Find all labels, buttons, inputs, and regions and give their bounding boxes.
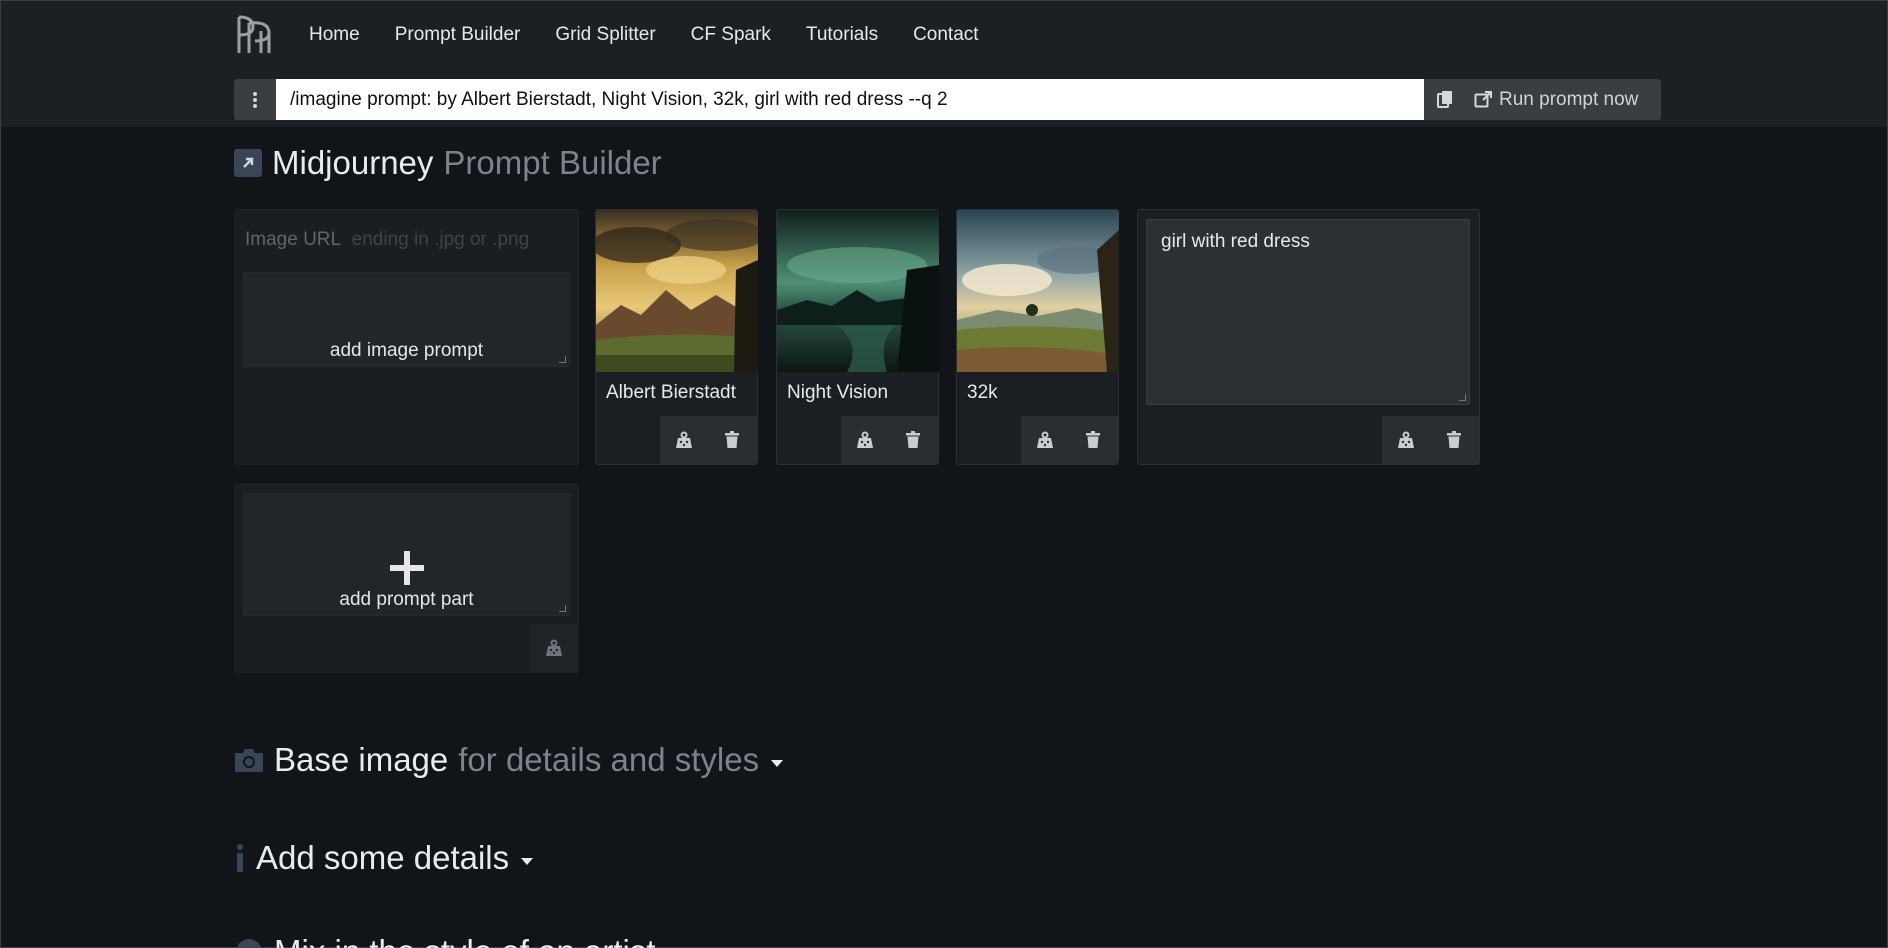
run-prompt-label: Run prompt now <box>1499 88 1639 110</box>
page-title: Midjourney Prompt Builder <box>234 144 662 182</box>
nav-grid-splitter[interactable]: Grid Splitter <box>555 21 655 49</box>
weight-button[interactable] <box>841 416 889 464</box>
trash-icon <box>1086 431 1100 448</box>
prompt-part-actions <box>1382 416 1479 464</box>
nav-cf-spark[interactable]: CF Spark <box>691 21 771 49</box>
add-prompt-part-label: add prompt part <box>339 589 474 610</box>
weight-button[interactable] <box>530 624 578 672</box>
weight-icon <box>1037 431 1053 448</box>
artist-style-title: Mix in the style of an artist <box>274 933 655 948</box>
add-prompt-part-textarea[interactable]: add prompt part <box>243 493 570 616</box>
add-prompt-part-card: add prompt part <box>234 484 579 673</box>
site-logo-icon[interactable] <box>233 13 275 55</box>
nav-contact[interactable]: Contact <box>913 21 978 49</box>
palette-icon <box>236 939 262 948</box>
command-bar: Run prompt now <box>234 79 1661 120</box>
image-url-label: Image URL <box>245 229 341 250</box>
image-prompt-card: Image URL ending in .jpg or .png add ima… <box>234 209 579 465</box>
base-image-subtitle: for details and styles <box>458 741 760 778</box>
delete-part-button[interactable] <box>1430 416 1478 464</box>
delete-part-button[interactable] <box>1069 416 1117 464</box>
prompt-part-card: Albert Bierstadt <box>595 209 758 465</box>
page-title-sub: Prompt Builder <box>443 144 662 181</box>
resize-handle-icon[interactable] <box>1459 394 1466 401</box>
details-title: Add some details <box>256 839 510 876</box>
run-prompt-button[interactable]: Run prompt now <box>1466 79 1661 120</box>
albert-bierstadt-thumbnail <box>596 210 758 372</box>
prompt-part-card: Night Vision <box>776 209 939 465</box>
prompt-part-actions <box>1021 416 1118 464</box>
artist-style-section-header[interactable]: Mix in the style of an artist <box>234 933 655 948</box>
prompt-part-label: Albert Bierstadt <box>606 382 736 403</box>
prompt-part-label: Night Vision <box>787 382 889 403</box>
weight-icon <box>546 639 562 656</box>
details-section-header[interactable]: Add some details <box>234 839 534 877</box>
text-prompt-part-card: girl with red dress <box>1137 209 1480 465</box>
main-nav: Home Prompt Builder Grid Splitter CF Spa… <box>309 21 1014 49</box>
trash-icon <box>1447 431 1461 448</box>
32k-thumbnail <box>957 210 1119 372</box>
external-link-icon <box>1474 91 1492 108</box>
image-url-field[interactable]: Image URL ending in .jpg or .png <box>245 229 529 251</box>
chevron-down-icon <box>521 857 534 865</box>
weight-button[interactable] <box>1382 416 1430 464</box>
command-menu-button[interactable] <box>234 79 276 120</box>
weight-icon <box>676 431 692 448</box>
base-image-title: Base image <box>274 741 449 778</box>
plus-icon <box>389 551 424 585</box>
trash-icon <box>725 431 739 448</box>
weight-button[interactable] <box>660 416 708 464</box>
base-image-section-header[interactable]: Base image for details and styles <box>234 741 784 779</box>
top-header: Home Prompt Builder Grid Splitter CF Spa… <box>1 1 1887 127</box>
prompt-part-actions <box>660 416 757 464</box>
copy-prompt-button[interactable] <box>1424 79 1466 120</box>
arrow-up-right-square-icon <box>234 149 262 177</box>
nav-home[interactable]: Home <box>309 21 360 49</box>
weight-icon <box>857 431 873 448</box>
camera-icon <box>235 749 263 772</box>
delete-part-button[interactable] <box>708 416 756 464</box>
vertical-dots-icon <box>253 91 257 108</box>
page-title-main: Midjourney <box>272 144 434 181</box>
copy-icon <box>1436 91 1452 108</box>
text-prompt-part-value: girl with red dress <box>1161 231 1310 252</box>
weight-icon <box>1398 431 1414 448</box>
nav-prompt-builder[interactable]: Prompt Builder <box>395 21 521 49</box>
prompt-part-card: 32k <box>956 209 1119 465</box>
prompt-command-input[interactable] <box>276 79 1424 120</box>
delete-part-button[interactable] <box>889 416 937 464</box>
resize-handle-icon[interactable] <box>559 356 566 363</box>
add-image-prompt-label: add image prompt <box>329 340 484 361</box>
resize-handle-icon[interactable] <box>559 605 566 612</box>
nav-tutorials[interactable]: Tutorials <box>806 21 878 49</box>
weight-button[interactable] <box>1021 416 1069 464</box>
prompt-part-label: 32k <box>967 382 998 403</box>
chevron-down-icon <box>771 759 784 767</box>
prompt-part-actions <box>841 416 938 464</box>
night-vision-thumbnail <box>777 210 939 372</box>
trash-icon <box>906 431 920 448</box>
text-prompt-part-textarea[interactable]: girl with red dress <box>1146 219 1470 405</box>
image-url-placeholder: ending in .jpg or .png <box>351 229 530 250</box>
info-icon <box>237 844 243 872</box>
add-image-prompt-textarea[interactable]: add image prompt <box>243 272 570 367</box>
add-part-actions <box>530 624 578 672</box>
